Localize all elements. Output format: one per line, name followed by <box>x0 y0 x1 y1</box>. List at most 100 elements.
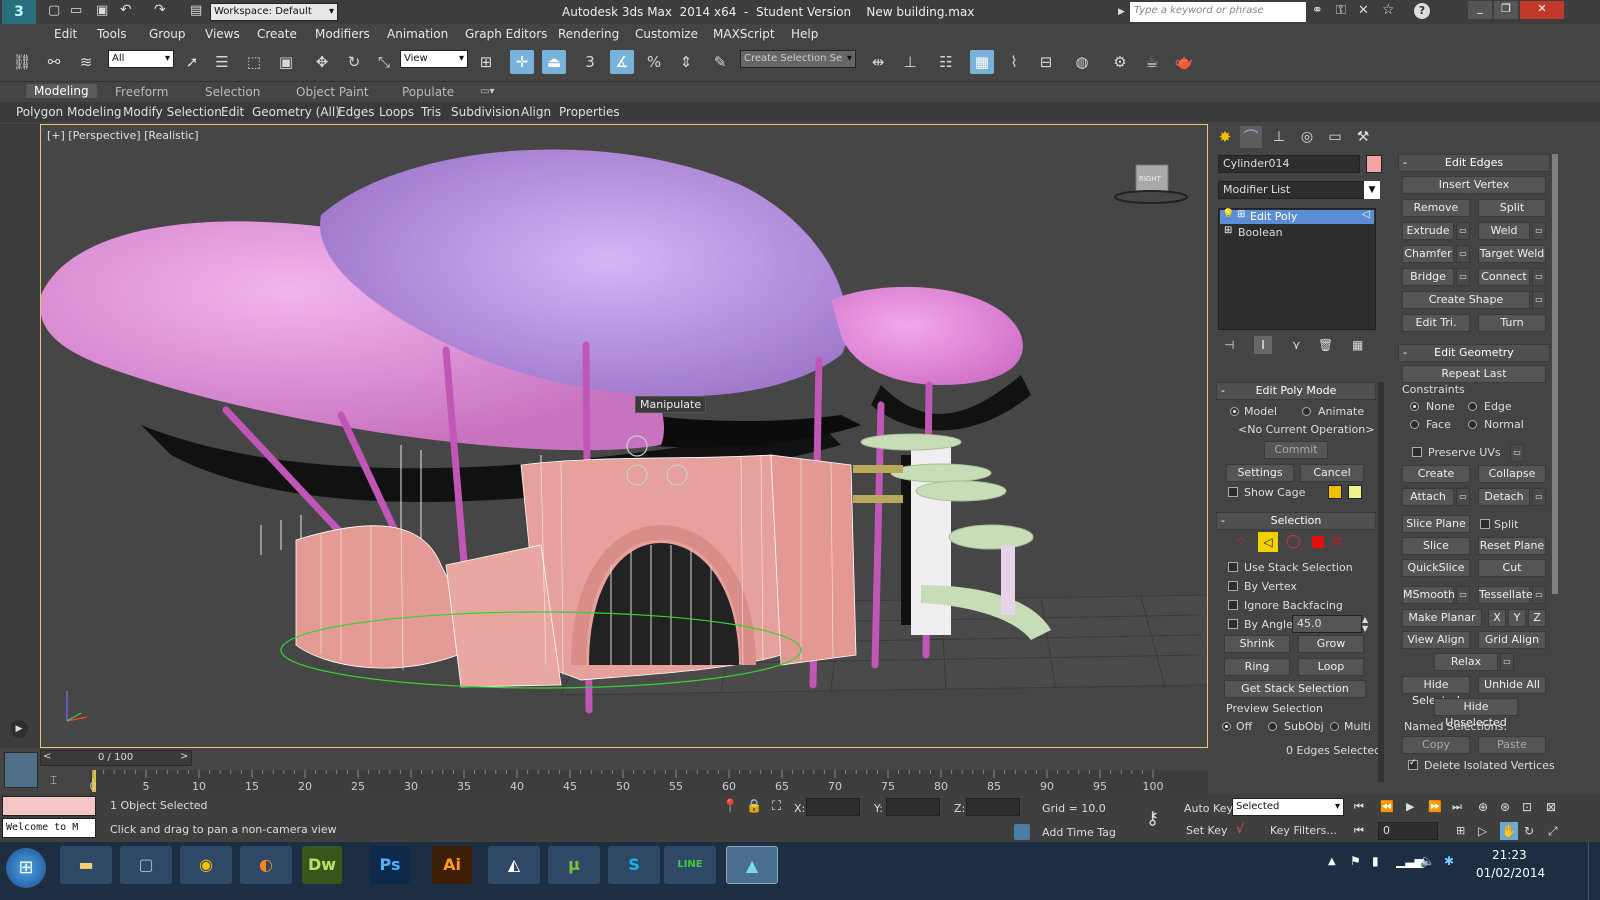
edit-tri-button[interactable]: Edit Tri. <box>1402 314 1470 332</box>
3dsmax-taskbar-icon[interactable]: ▲ <box>726 846 778 884</box>
graphite-modeling-tools-icon[interactable]: ▦ <box>970 50 994 74</box>
scene-render[interactable] <box>41 125 1208 748</box>
delete-isolated-vertices-checkbox[interactable] <box>1408 758 1418 770</box>
edit-poly-mode-header[interactable]: - Edit Poly Mode <box>1216 382 1376 400</box>
create-button[interactable]: Create <box>1402 465 1470 483</box>
animate-radio[interactable] <box>1302 407 1311 416</box>
expand-icon[interactable]: ⊞ <box>1224 225 1232 236</box>
grid-align-button[interactable]: Grid Align <box>1478 631 1546 649</box>
show-hidden-icons-icon[interactable]: ▲ <box>1328 856 1336 867</box>
current-frame-field[interactable]: 0 <box>1378 822 1438 840</box>
polygon-mode-icon[interactable] <box>1312 536 1324 548</box>
key-mode-icon[interactable]: √ <box>1236 822 1244 837</box>
attach-button[interactable]: Attach <box>1402 488 1454 506</box>
schematic-view-icon[interactable]: ⊟ <box>1034 50 1058 74</box>
planar-z-button[interactable]: Z <box>1528 609 1546 627</box>
auto-key-button[interactable]: Auto Key <box>1184 802 1233 815</box>
skype-icon[interactable]: S <box>608 846 660 884</box>
vertex-mode-icon[interactable]: ⁘ <box>1236 534 1246 548</box>
remove-modifier-icon[interactable]: 🗑 <box>1318 338 1333 352</box>
cage-color-swatch-1[interactable] <box>1328 485 1342 499</box>
action-center-flag-icon[interactable]: ⚑ <box>1350 854 1361 868</box>
show-desktop-button[interactable] <box>1588 842 1600 900</box>
show-end-result-icon[interactable]: I <box>1254 336 1272 354</box>
expand-icon[interactable]: ⊞ <box>1237 209 1245 220</box>
add-time-tag-label[interactable]: Add Time Tag <box>1042 826 1116 839</box>
msmooth-button[interactable]: MSmooth <box>1402 586 1455 604</box>
workspace-dropdown[interactable]: Workspace: Default <box>210 3 338 21</box>
project-folder-icon[interactable]: ▤ <box>190 3 202 18</box>
open-file-icon[interactable]: ▭ <box>70 3 82 18</box>
loop-button[interactable]: Loop <box>1298 658 1364 676</box>
detach-button[interactable]: Detach <box>1478 488 1530 506</box>
angle-snap-icon[interactable]: ∡ <box>610 50 634 74</box>
chamfer-button[interactable]: Chamfer <box>1402 245 1454 263</box>
object-name-field[interactable]: Cylinder014 <box>1218 155 1360 173</box>
firefox-icon[interactable]: ◐ <box>240 846 292 884</box>
absolute-mode-icon[interactable]: ⛶ <box>772 799 781 814</box>
time-configuration-icon[interactable]: ⊞ <box>1456 824 1465 837</box>
dreamweaver-icon[interactable]: Dw <box>302 846 342 884</box>
grow-button[interactable]: Grow <box>1298 635 1364 653</box>
minimize-button[interactable]: _ <box>1468 1 1492 19</box>
photoshop-icon[interactable]: Ps <box>370 846 410 884</box>
cage-color-swatch-2[interactable] <box>1348 485 1362 499</box>
set-key-icon[interactable]: ⚷ <box>1146 808 1159 829</box>
bluetooth-icon[interactable]: ✱ <box>1444 854 1454 868</box>
hide-selected-button[interactable]: Hide Selected <box>1402 676 1470 707</box>
render-setup-icon[interactable]: ⚙ <box>1108 50 1132 74</box>
scale-icon[interactable]: ⤡ <box>372 50 396 74</box>
start-button[interactable]: ⊞ <box>6 848 46 888</box>
create-shape-settings-button[interactable]: ▭ <box>1532 291 1546 309</box>
next-frame-icon[interactable]: > <box>180 751 188 762</box>
new-file-icon[interactable]: ▢ <box>48 3 60 18</box>
ribbon-loops[interactable]: Loops <box>379 105 414 119</box>
panel-scrollbar[interactable] <box>1378 382 1384 782</box>
configure-sets-icon[interactable]: ▦ <box>1352 338 1363 352</box>
zoom-icon[interactable]: ⊕ <box>1478 800 1488 814</box>
key-filters-button[interactable]: Key Filters... <box>1270 824 1337 837</box>
show-cage-checkbox[interactable] <box>1228 487 1238 497</box>
time-tag-icon[interactable] <box>1014 824 1030 840</box>
msmooth-settings-button[interactable]: ▭ <box>1456 586 1470 604</box>
create-shape-button[interactable]: Create Shape <box>1402 291 1530 309</box>
menu-create[interactable]: Create <box>257 27 297 41</box>
percent-snap-icon[interactable]: % <box>642 50 666 74</box>
next-key-icon[interactable]: ⏩ <box>1428 800 1442 813</box>
go-to-end-icon[interactable]: ⏭ <box>1452 800 1462 814</box>
split-button[interactable]: Split <box>1478 199 1546 217</box>
key-set-dropdown[interactable]: Selected <box>1232 798 1344 816</box>
tessellate-button[interactable]: Tessellate <box>1478 586 1533 604</box>
selection-lock-icon[interactable]: 🔒 <box>746 799 762 814</box>
close-button[interactable]: ✕ <box>1520 1 1564 19</box>
explorer-icon[interactable]: ▬ <box>60 846 112 884</box>
field-of-view-icon[interactable]: ▷ <box>1478 824 1487 838</box>
ignore-backfacing-checkbox[interactable] <box>1228 600 1238 610</box>
paste-button[interactable]: Paste <box>1478 736 1546 754</box>
tab-modeling[interactable]: Modeling <box>26 84 97 98</box>
chrome-icon[interactable]: ◉ <box>180 846 232 884</box>
favorites-star-icon[interactable]: ☆ <box>1382 2 1395 18</box>
ribbon-toggle-icon[interactable]: ▭▾ <box>480 86 494 97</box>
repeat-last-button[interactable]: Repeat Last <box>1402 365 1546 383</box>
preserve-uvs-checkbox[interactable] <box>1412 447 1422 457</box>
split-checkbox[interactable] <box>1480 519 1490 529</box>
clock-date[interactable]: 01/02/2014 <box>1476 866 1545 880</box>
ribbon-geometry-all[interactable]: Geometry (All) <box>252 105 340 119</box>
bridge-settings-button[interactable]: ▭ <box>1456 268 1470 286</box>
cancel-button[interactable]: Cancel <box>1300 464 1364 482</box>
ring-button[interactable]: Ring <box>1224 658 1290 676</box>
key-mode-toggle-icon[interactable]: ⏮ <box>1354 824 1364 838</box>
selection-header[interactable]: - Selection <box>1216 512 1376 530</box>
battery-icon[interactable]: ▮ <box>1372 854 1379 868</box>
view-align-button[interactable]: View Align <box>1402 631 1470 649</box>
modify-tab-icon[interactable]: ⌒ <box>1240 126 1262 148</box>
link-icon[interactable]: ⛓ <box>10 50 34 74</box>
perspective-viewport[interactable]: [+] [Perspective] [Realistic] Manipulate… <box>40 124 1208 748</box>
planar-y-button[interactable]: Y <box>1508 609 1526 627</box>
make-unique-icon[interactable]: ⋎ <box>1292 338 1301 352</box>
preview-subobj-radio[interactable] <box>1268 722 1277 731</box>
edit-named-selection-icon[interactable]: ✎ <box>708 50 732 74</box>
constraint-edge-radio[interactable] <box>1468 402 1477 411</box>
rollout-scrollbar[interactable] <box>1552 154 1558 594</box>
